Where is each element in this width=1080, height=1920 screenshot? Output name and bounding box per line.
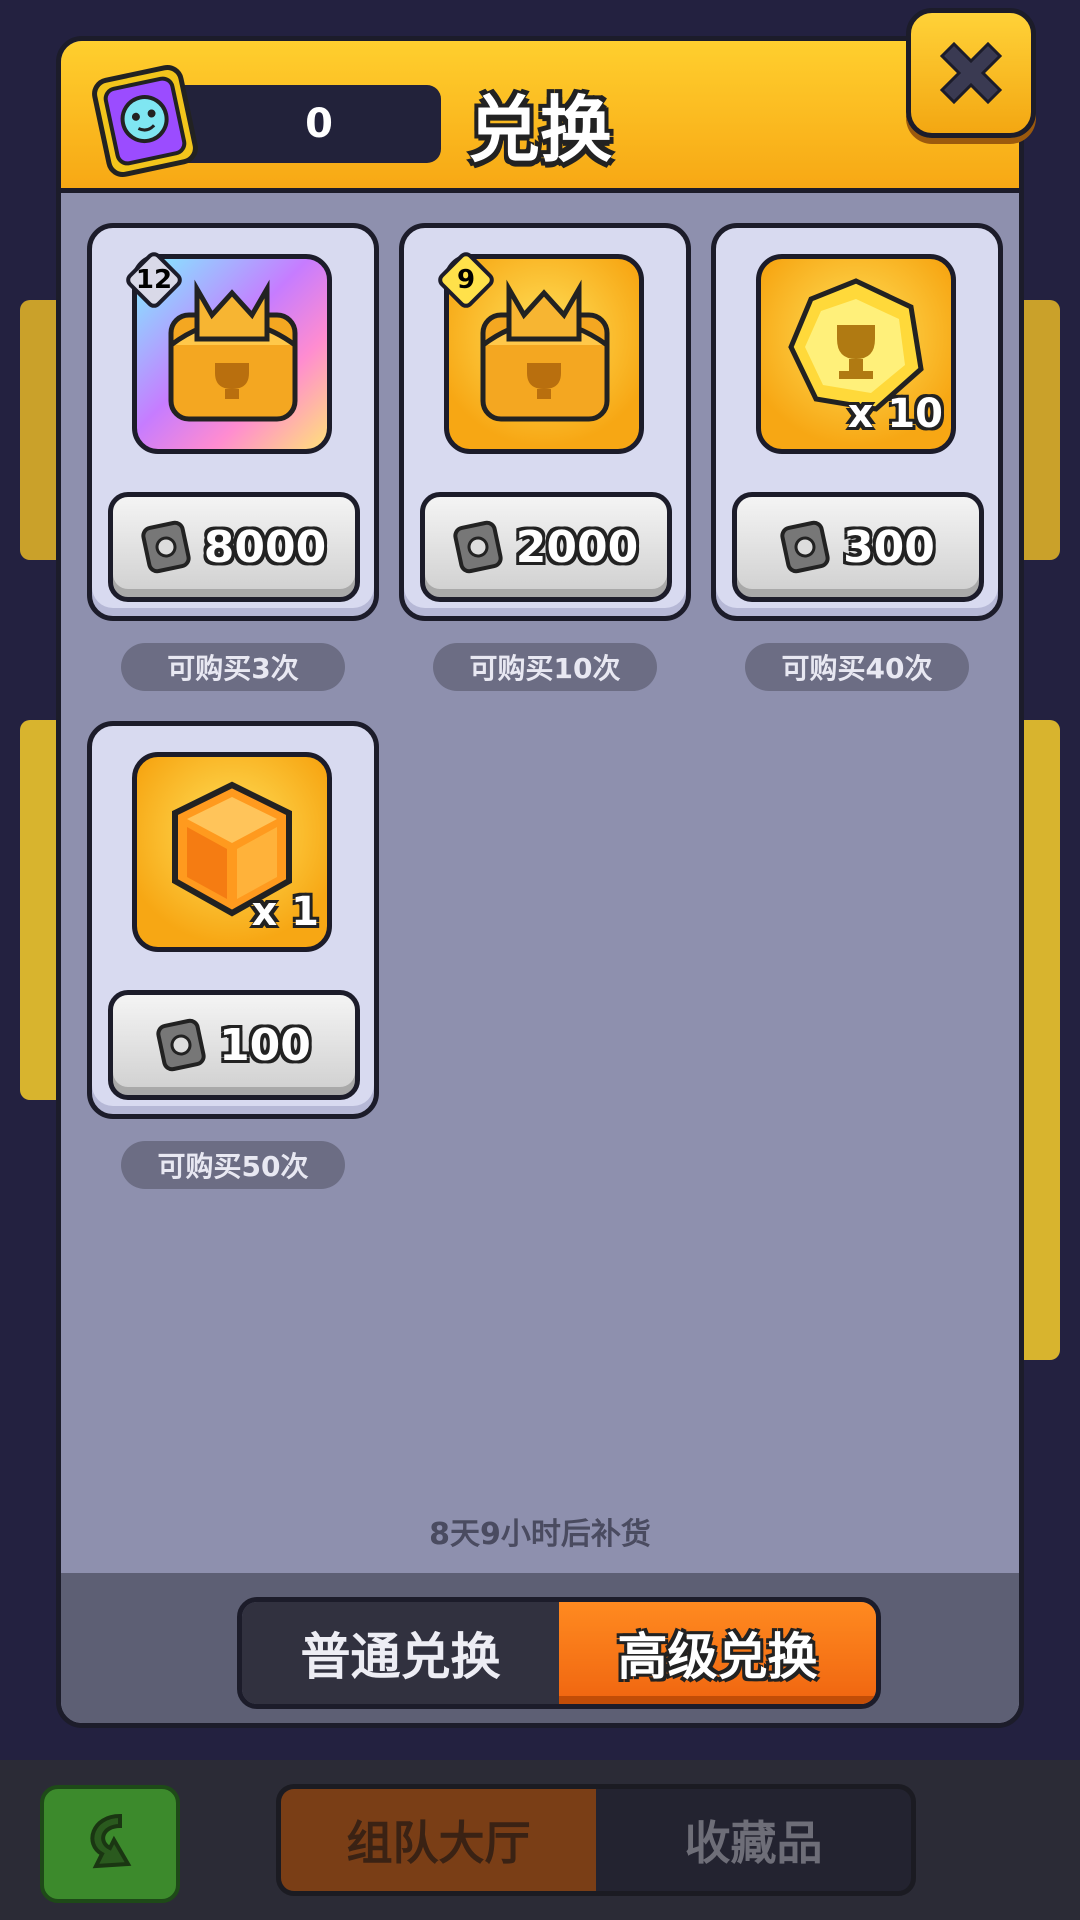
price-button[interactable]: 2000 <box>420 492 672 602</box>
ticket-icon <box>156 1018 206 1072</box>
close-button[interactable] <box>906 8 1036 138</box>
shop-item-card[interactable]: x 10 300 <box>711 223 1003 621</box>
item-image: x 10 <box>756 254 956 454</box>
price-value: 300 <box>843 521 935 573</box>
level-badge: 12 <box>122 248 186 312</box>
tab-normal-exchange[interactable]: 普通兑换 <box>242 1602 559 1704</box>
tab-advanced-exchange[interactable]: 高级兑换 <box>559 1602 876 1704</box>
modal-header: 0 兑换 <box>61 41 1019 193</box>
ticket-icon <box>453 520 503 574</box>
price-button[interactable]: 100 <box>108 990 360 1100</box>
shop-item-card[interactable]: 12 8000 <box>87 223 379 621</box>
purchase-limit: 可购买40次 <box>745 643 969 691</box>
shop-item-card[interactable]: 9 2000 <box>399 223 691 621</box>
level-badge: 9 <box>434 248 498 312</box>
back-button[interactable] <box>40 1785 180 1903</box>
item-quantity: x 1 <box>251 889 319 935</box>
price-value: 100 <box>219 1019 311 1071</box>
close-icon <box>939 41 1003 105</box>
ticket-icon <box>780 520 830 574</box>
price-button[interactable]: 300 <box>732 492 984 602</box>
price-value: 8000 <box>203 521 327 573</box>
item-quantity: x 10 <box>847 391 943 437</box>
return-arrow-icon <box>90 1813 132 1869</box>
exchange-type-tabs: 普通兑换 高级兑换 <box>237 1597 881 1709</box>
tab-collection[interactable]: 收藏品 <box>596 1789 911 1891</box>
exchange-modal: 0 兑换 12 8000 可购买3次 9 2000 可购买10次 x 10 30… <box>56 36 1024 1728</box>
bottom-tab-bar: 组队大厅 收藏品 <box>276 1784 916 1896</box>
shop-item-card[interactable]: x 1 100 <box>87 721 379 1119</box>
price-button[interactable]: 8000 <box>108 492 360 602</box>
purchase-limit: 可购买50次 <box>121 1141 345 1189</box>
purchase-limit: 可购买3次 <box>121 643 345 691</box>
tab-team-hall[interactable]: 组队大厅 <box>281 1789 596 1891</box>
item-image: x 1 <box>132 752 332 952</box>
modal-title: 兑换 <box>467 88 612 172</box>
purchase-limit: 可购买10次 <box>433 643 657 691</box>
price-value: 2000 <box>515 521 639 573</box>
restock-timer: 8天9小时后补货 <box>429 1517 651 1552</box>
ticket-icon <box>141 520 191 574</box>
